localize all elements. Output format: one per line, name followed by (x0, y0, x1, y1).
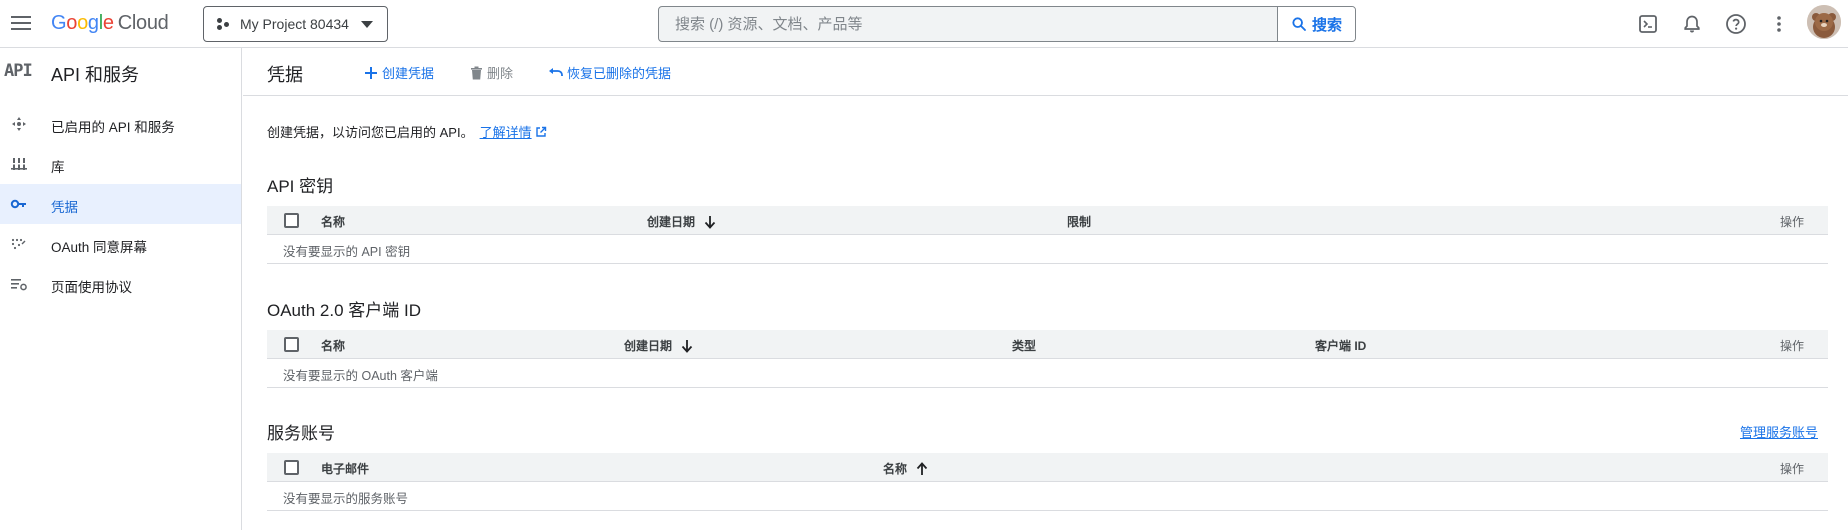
service-accounts-title: 服务账号 (267, 424, 335, 443)
arrow-down-icon (681, 339, 693, 353)
sidebar-item-label: OAuth 同意屏幕 (51, 240, 148, 255)
create-credentials-button[interactable]: 创建凭据 (364, 63, 434, 82)
plus-icon (365, 66, 377, 79)
arrow-up-icon (916, 461, 928, 475)
create-credentials-label: 创建凭据 (382, 66, 435, 81)
page-agreements-icon (11, 279, 27, 291)
help-icon[interactable] (1724, 12, 1748, 36)
sidebar-header: API API 和服务 (0, 48, 241, 96)
google-cloud-logo[interactable]: Google Cloud (51, 12, 169, 35)
library-icon (11, 158, 27, 170)
sidebar-item-label: 已启用的 API 和服务 (51, 120, 175, 135)
column-created-date[interactable]: 创建日期 (624, 337, 693, 354)
action-bar: 凭据 创建凭据 删除 恢复已删除的凭据 (243, 48, 1848, 96)
column-name[interactable]: 名称 (321, 213, 345, 230)
main-menu-icon[interactable] (10, 12, 32, 34)
search-icon (1292, 17, 1306, 31)
intro-description: 创建凭据，以访问您已启用的 API。 (267, 125, 474, 140)
oauth-clients-title: OAuth 2.0 客户端 ID (267, 301, 421, 320)
select-all-checkbox[interactable] (284, 213, 299, 228)
column-name[interactable]: 名称 (883, 460, 928, 477)
sidebar-item-page-agreements[interactable]: 页面使用协议 (0, 264, 241, 304)
arrow-down-icon (704, 215, 716, 229)
column-restrictions[interactable]: 限制 (1067, 213, 1091, 230)
sidebar-item-credentials[interactable]: 凭据 (0, 184, 241, 224)
search-button[interactable]: 搜索 (1277, 7, 1355, 41)
more-vert-icon[interactable] (1767, 12, 1791, 36)
oauth-empty-row: 没有要显示的 OAuth 客户端 (267, 359, 1828, 388)
external-link-icon (535, 126, 546, 137)
undo-icon (549, 67, 563, 76)
service-accounts-empty-row: 没有要显示的服务账号 (267, 482, 1828, 511)
restore-label: 恢复已删除的凭据 (567, 66, 672, 81)
api-keys-table-header: 名称 创建日期 限制 操作 (267, 206, 1828, 235)
sidebar-title: API 和服务 (51, 65, 140, 85)
search-input[interactable] (659, 7, 1279, 41)
column-name[interactable]: 名称 (321, 337, 345, 354)
empty-message: 没有要显示的服务账号 (283, 492, 409, 506)
sidebar-item-label: 页面使用协议 (51, 280, 132, 295)
select-all-checkbox[interactable] (284, 460, 299, 475)
learn-more-link[interactable]: 了解详情 (480, 122, 532, 141)
api-keys-empty-row: 没有要显示的 API 密钥 (267, 235, 1828, 264)
chevron-down-icon (361, 21, 373, 28)
column-actions: 操作 (1780, 339, 1805, 353)
sidebar-item-label: 库 (51, 160, 65, 175)
column-email[interactable]: 电子邮件 (321, 460, 369, 477)
column-type[interactable]: 类型 (1012, 337, 1036, 354)
oauth-table-header: 名称 创建日期 类型 客户端 ID 操作 (267, 330, 1828, 359)
search-button-label: 搜索 (1311, 16, 1342, 34)
manage-service-accounts-link[interactable]: 管理服务账号 (1740, 422, 1818, 441)
project-picker-button[interactable]: My Project 80434 (203, 6, 388, 42)
delete-label: 删除 (487, 66, 514, 81)
top-bar: Google Cloud My Project 80434 搜索 (0, 0, 1848, 48)
oauth-consent-icon (11, 238, 26, 250)
enabled-apis-icon (12, 117, 26, 131)
sidebar: API API 和服务 已启用的 API 和服务 库 凭据 OAuth 同意屏幕… (0, 48, 242, 530)
column-actions: 操作 (1780, 462, 1805, 476)
key-icon (10, 199, 26, 209)
bell-icon[interactable] (1680, 12, 1704, 36)
sidebar-item-enabled-apis[interactable]: 已启用的 API 和服务 (0, 104, 241, 144)
avatar[interactable] (1807, 5, 1841, 39)
column-client-id[interactable]: 客户端 ID (1315, 337, 1366, 354)
page-title: 凭据 (267, 65, 303, 85)
trash-icon (471, 66, 482, 79)
api-keys-title: API 密钥 (267, 177, 334, 196)
restore-deleted-credentials-button[interactable]: 恢复已删除的凭据 (548, 63, 671, 82)
select-all-checkbox[interactable] (284, 337, 299, 352)
column-created-date[interactable]: 创建日期 (647, 213, 716, 230)
sidebar-item-library[interactable]: 库 (0, 144, 241, 184)
search-bar: 搜索 (658, 6, 1356, 42)
api-logo-icon: API (4, 61, 33, 81)
intro-text: 创建凭据，以访问您已启用的 API。 了解详情 (267, 122, 547, 141)
delete-button[interactable]: 删除 (470, 63, 513, 82)
service-accounts-table-header: 电子邮件 名称 操作 (267, 453, 1828, 482)
column-actions: 操作 (1780, 215, 1805, 229)
empty-message: 没有要显示的 API 密钥 (283, 245, 411, 259)
sidebar-item-label: 凭据 (51, 200, 78, 215)
empty-message: 没有要显示的 OAuth 客户端 (283, 369, 438, 383)
project-icon (216, 16, 232, 32)
sidebar-item-oauth-consent[interactable]: OAuth 同意屏幕 (0, 224, 241, 264)
project-name: My Project 80434 (240, 16, 349, 32)
terminal-icon[interactable] (1636, 12, 1660, 36)
main-content: 凭据 创建凭据 删除 恢复已删除的凭据 创建凭据，以访问您已启用的 API。 了… (243, 48, 1848, 530)
